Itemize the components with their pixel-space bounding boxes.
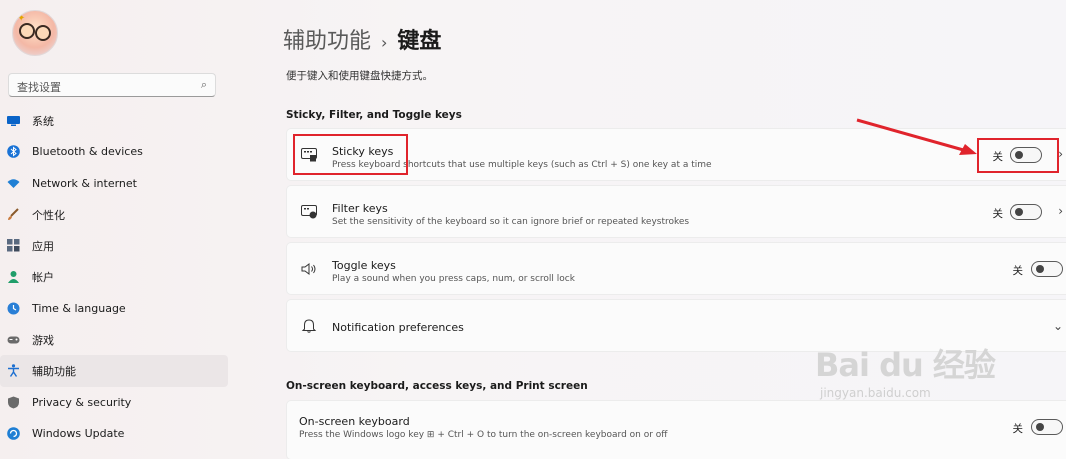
sidebar-item-personalization[interactable]: 个性化 [0, 199, 228, 230]
sidebar-item-windows-update[interactable]: Windows Update [0, 418, 228, 449]
annotation-arrow-icon [856, 118, 977, 155]
filter-keys-card[interactable]: Filter keys Set the sensitivity of the k… [286, 185, 1066, 238]
brush-icon [8, 208, 19, 220]
person-icon [8, 271, 19, 284]
on-screen-keyboard-card[interactable]: On-screen keyboard Press the Windows log… [286, 400, 1066, 459]
card-title: On-screen keyboard [299, 415, 410, 428]
gamepad-icon [7, 336, 20, 344]
speaker-icon [301, 263, 316, 275]
watermark-url: jingyan.baidu.com [820, 386, 931, 400]
globe-clock-icon [7, 302, 20, 315]
toggle-knob [1036, 423, 1044, 431]
on-screen-keyboard-toggle[interactable] [1031, 419, 1063, 435]
search-input[interactable]: 查找设置 ⌕ [8, 73, 216, 97]
apps-icon [7, 239, 20, 252]
sidebar-item-network[interactable]: Network & internet [0, 168, 228, 199]
update-icon [7, 427, 20, 440]
toggle-knob [1015, 208, 1023, 216]
accessibility-icon [8, 364, 19, 378]
sidebar-item-label: 辅助功能 [32, 365, 76, 379]
breadcrumb-separator: › [381, 33, 388, 52]
card-subtitle: Set the sensitivity of the keyboard so i… [332, 217, 690, 227]
sidebar-item-label: Bluetooth & devices [32, 145, 143, 159]
section-title: Sticky, Filter, and Toggle keys [286, 109, 462, 121]
highlight-box-toggle [977, 138, 1059, 173]
sidebar-item-label: Windows Update [32, 427, 125, 441]
search-icon: ⌕ [200, 78, 207, 91]
sidebar-item-label: 应用 [32, 239, 54, 253]
sidebar-item-label: Privacy & security [32, 395, 132, 409]
sidebar-item-apps[interactable]: 应用 [0, 230, 228, 261]
toggle-keys-card[interactable]: Toggle keys Play a sound when you press … [286, 242, 1066, 295]
bluetooth-icon [7, 145, 20, 159]
filter-keys-icon [301, 205, 317, 219]
wifi-icon [7, 178, 20, 188]
avatar-face-icon [35, 25, 51, 41]
main-content: 辅助功能 › 键盘 便于键入和使用键盘快捷方式。 Sticky, Filter, a… [283, 0, 1066, 459]
chevron-right-icon[interactable]: › [1058, 204, 1063, 218]
sidebar-item-time-language[interactable]: Time & language [0, 293, 228, 324]
card-title: Toggle keys [332, 259, 396, 272]
toggle-state-label: 关 [1012, 265, 1024, 277]
card-subtitle: Press the Windows logo key ⊞ + Ctrl + O … [299, 430, 668, 440]
card-title: Notification preferences [332, 321, 464, 334]
card-title: Filter keys [332, 202, 388, 215]
sidebar-item-label: Time & language [32, 301, 126, 315]
sidebar-item-system[interactable]: 系统 [0, 105, 228, 136]
watermark-logo: Bai du 经验 [815, 346, 996, 384]
section-title: On-screen keyboard, access keys, and Pri… [286, 380, 588, 392]
chevron-down-icon[interactable]: ⌄ [1053, 319, 1063, 333]
breadcrumb-parent[interactable]: 辅助功能 [283, 29, 371, 54]
sidebar-item-privacy[interactable]: Privacy & security [0, 387, 228, 418]
sidebar-item-label: Network & internet [32, 176, 137, 190]
baidu-watermark: Bai du 经验 jingyan.baidu.com [815, 340, 996, 400]
sidebar-item-gaming[interactable]: 游戏 [0, 324, 228, 355]
card-subtitle: Play a sound when you press caps, num, o… [332, 274, 575, 284]
sidebar-item-label: 游戏 [32, 333, 54, 347]
filter-keys-toggle[interactable] [1010, 204, 1042, 220]
highlight-box-sticky-keys [293, 134, 408, 175]
sidebar-nav: 系统 Bluetooth & devices Network & interne… [0, 105, 228, 449]
sidebar: ✦ 查找设置 ⌕ 系统 Bluetooth & devices Network … [0, 0, 230, 459]
sidebar-item-label: 系统 [32, 114, 54, 128]
page-title: 键盘 [397, 29, 442, 54]
shield-icon [8, 396, 19, 409]
monitor-icon [7, 116, 20, 126]
avatar-face-icon [19, 23, 35, 39]
sidebar-item-accounts[interactable]: 帐户 [0, 261, 228, 292]
toggle-state-label: 关 [992, 208, 1004, 220]
sidebar-item-label: 个性化 [32, 208, 65, 222]
breadcrumb: 辅助功能 › 键盘 [283, 23, 441, 55]
avatar[interactable]: ✦ [12, 10, 58, 56]
sidebar-item-accessibility[interactable]: 辅助功能 [0, 355, 228, 387]
search-placeholder: 查找设置 [17, 81, 61, 94]
toggle-knob [1036, 265, 1044, 273]
sidebar-item-label: 帐户 [32, 271, 54, 285]
sidebar-item-bluetooth[interactable]: Bluetooth & devices [0, 136, 228, 167]
toggle-keys-toggle[interactable] [1031, 261, 1063, 277]
page-description: 便于键入和使用键盘快捷方式。 [286, 70, 433, 82]
bell-icon [301, 319, 317, 333]
toggle-state-label: 关 [1012, 423, 1024, 435]
settings-window: ✦ 查找设置 ⌕ 系统 Bluetooth & devices Network … [0, 0, 1066, 459]
